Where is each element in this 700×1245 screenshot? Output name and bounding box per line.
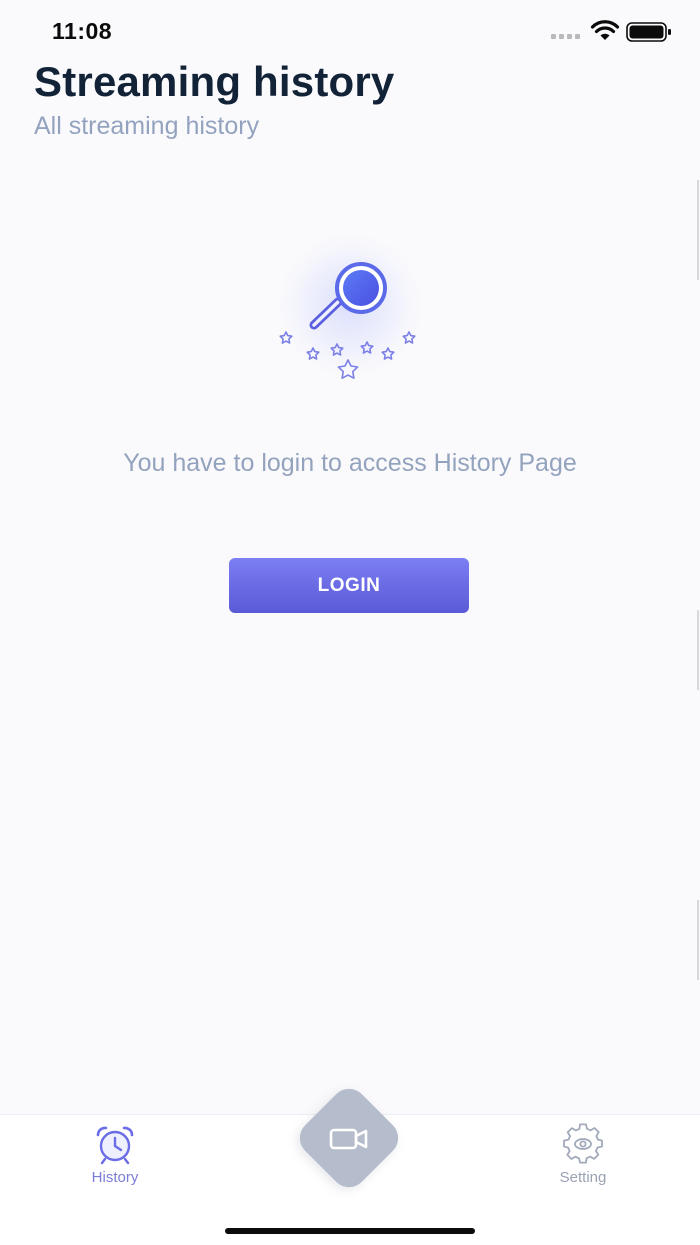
- tab-history[interactable]: History: [55, 1123, 175, 1186]
- scroll-indicator: [697, 180, 699, 280]
- alarm-clock-icon: [96, 1126, 134, 1165]
- home-indicator: [225, 1228, 475, 1234]
- page-subtitle: All streaming history: [34, 112, 260, 140]
- page-title: Streaming history: [34, 58, 395, 105]
- scroll-indicator: [697, 900, 699, 980]
- login-button[interactable]: LOGIN: [229, 558, 469, 613]
- cellular-signal-icon: [551, 34, 580, 39]
- tab-setting-label: Setting: [559, 1169, 607, 1186]
- video-camera-icon: [329, 1128, 368, 1150]
- magnifier-with-stars-icon: [251, 206, 449, 404]
- login-required-message: You have to login to access History Page: [123, 449, 577, 477]
- battery-icon: [626, 22, 671, 42]
- scroll-indicator: [697, 610, 699, 690]
- wifi-icon: [590, 20, 620, 40]
- status-bar: 11:08: [0, 0, 700, 60]
- tab-setting[interactable]: Setting: [523, 1123, 643, 1186]
- status-time: 11:08: [52, 18, 113, 44]
- tab-history-label: History: [91, 1169, 139, 1186]
- gear-icon: [563, 1123, 603, 1164]
